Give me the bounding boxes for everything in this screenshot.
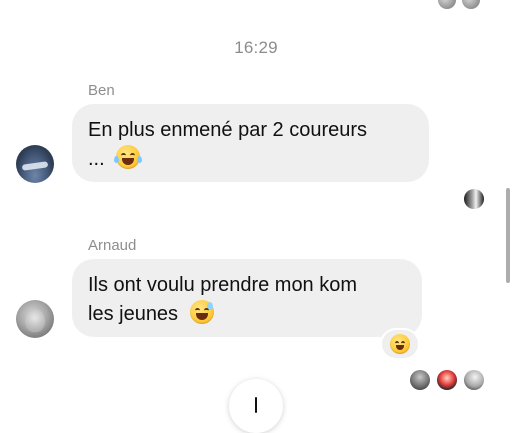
seen-avatar[interactable] <box>437 370 457 390</box>
message-bubble-ben[interactable]: En plus enmené par 2 coureurs ... <box>72 104 429 182</box>
top-seen-avatar-2 <box>462 0 480 9</box>
grinning-face-with-sweat-icon <box>189 300 214 324</box>
seen-avatar[interactable] <box>464 189 484 209</box>
arrow-down-icon <box>255 397 257 413</box>
face-with-tears-of-joy-icon <box>114 145 143 169</box>
message-line: ... <box>88 145 143 174</box>
message-timestamp: 16:29 <box>234 38 278 57</box>
message-line: les jeunes <box>88 300 214 329</box>
sender-name-ben: Ben <box>88 82 115 99</box>
top-seen-avatar-1 <box>438 0 456 9</box>
avatar-arnaud[interactable] <box>16 300 54 338</box>
avatar-ben[interactable] <box>16 145 54 183</box>
grinning-squinting-face-icon <box>390 334 410 354</box>
message-bubble-arnaud[interactable]: Ils ont voulu prendre mon kom les jeunes <box>72 259 422 337</box>
scroll-to-bottom-button[interactable] <box>229 379 283 433</box>
seen-avatar[interactable] <box>410 370 430 390</box>
sender-name-arnaud: Arnaud <box>88 237 137 254</box>
message-line: Ils ont voulu prendre mon kom <box>88 274 358 296</box>
scrollbar[interactable] <box>506 188 510 283</box>
message-line: En plus enmené par 2 coureurs <box>88 119 368 141</box>
message-reaction[interactable] <box>382 330 418 358</box>
seen-avatar[interactable] <box>464 370 484 390</box>
